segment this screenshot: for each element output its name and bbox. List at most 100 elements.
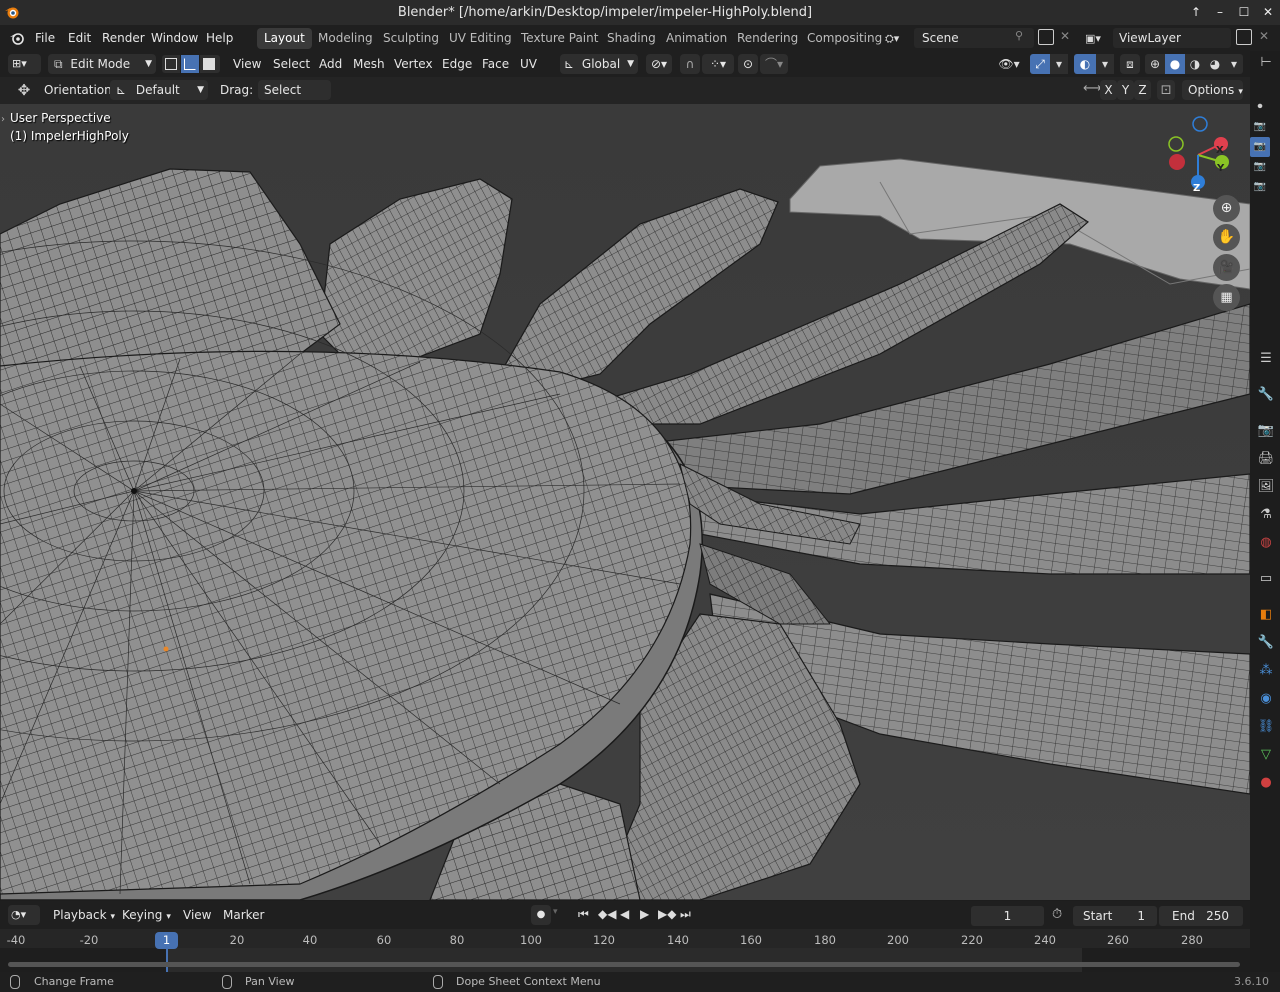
gizmo-toggle-button[interactable]: ⤢ [1030, 54, 1050, 74]
current-frame-field[interactable]: 1 [971, 906, 1044, 926]
menu-view[interactable]: View [233, 54, 261, 74]
auto-keying-dropdown[interactable]: ▾ [553, 907, 558, 917]
overlay-toggle-button[interactable]: ◐ [1074, 54, 1096, 74]
tab-rendering[interactable]: Rendering [730, 28, 805, 49]
editor-type-button[interactable]: ⊞▾ [8, 54, 41, 74]
tab-animation[interactable]: Animation [659, 28, 734, 49]
menu-window[interactable]: Window [151, 25, 198, 51]
overlay-dropdown[interactable]: ▾ [1096, 54, 1114, 74]
auto-keying-button[interactable]: ● [531, 905, 551, 925]
collection-properties-icon[interactable]: ▭ [1256, 569, 1276, 589]
transform-orientation-dropdown[interactable]: ⊾ Global ▼ [560, 54, 638, 74]
snap-target-dropdown[interactable]: ⁘▾ [702, 54, 734, 74]
output-properties-icon[interactable]: 🖨 [1256, 449, 1276, 469]
delete-scene-icon[interactable]: ✕ [1060, 29, 1070, 43]
camera-active-icon[interactable]: 📷 [1250, 137, 1270, 157]
prev-keyframe-icon[interactable]: ◆◀ [598, 907, 616, 921]
camera-icon-3[interactable]: 📷 [1250, 177, 1270, 197]
render-properties-icon[interactable]: 📷 [1256, 421, 1276, 441]
shading-rendered-button[interactable]: ◕ [1205, 54, 1225, 74]
pan-hand-icon[interactable]: ✋ [1213, 224, 1240, 251]
next-keyframe-icon[interactable]: ▶◆ [658, 907, 676, 921]
proportional-edit-button[interactable]: ⊙ [738, 54, 758, 74]
camera-visibility-icon[interactable]: 📷 [1250, 117, 1270, 137]
menu-edge[interactable]: Edge [442, 54, 472, 74]
zoom-icon[interactable]: ⊕ [1213, 195, 1240, 222]
world-properties-icon[interactable]: ◍ [1256, 533, 1276, 553]
edge-select-button[interactable] [181, 55, 199, 73]
auto-merge-button[interactable]: ⚀ [1157, 80, 1175, 100]
menu-marker[interactable]: Marker [223, 905, 264, 925]
proportional-falloff-dropdown[interactable]: ⌒▾ [760, 54, 788, 74]
view-layer-icon[interactable]: ▣▾ [1085, 29, 1111, 48]
menu-add[interactable]: Add [319, 54, 342, 74]
mode-dropdown[interactable]: ⧉ Edit Mode ▼ [48, 54, 156, 74]
outliner-toggle-icon[interactable]: ⊢ [1256, 53, 1276, 73]
camera-view-icon[interactable]: 🎥 [1213, 254, 1240, 281]
new-view-layer-icon[interactable] [1236, 29, 1252, 45]
end-frame-field[interactable]: End 250 [1159, 906, 1243, 926]
pin-icon[interactable]: ⚲ [1015, 29, 1023, 42]
menu-uv[interactable]: UV [520, 54, 537, 74]
camera-icon-2[interactable]: 📷 [1250, 157, 1270, 177]
timeline-body[interactable]: -40 -20 1 20 40 60 80 100 120 140 160 18… [0, 929, 1250, 972]
menu-vertex[interactable]: Vertex [394, 54, 433, 74]
window-close-button[interactable]: ✕ [1259, 4, 1277, 21]
gizmo-dropdown[interactable]: ▾ [1050, 54, 1068, 74]
mirror-x-toggle[interactable]: X [1100, 80, 1117, 100]
playhead-marker[interactable]: 1 [155, 932, 178, 949]
mirror-y-toggle[interactable]: Y [1117, 80, 1134, 100]
vertex-select-button[interactable] [162, 55, 180, 73]
drag-dropdown[interactable]: Select Box▾ [258, 80, 331, 117]
tab-sculpting[interactable]: Sculpting [376, 28, 446, 49]
preview-range-icon[interactable]: ⏱ [1052, 907, 1062, 922]
delete-view-layer-icon[interactable]: ✕ [1259, 29, 1269, 43]
tab-layout[interactable]: Layout [257, 28, 312, 49]
play-icon[interactable]: ▶ [640, 907, 649, 921]
face-select-button[interactable] [200, 55, 220, 73]
window-maximize-button[interactable]: ☐ [1235, 4, 1253, 21]
tab-compositing[interactable]: Compositing [800, 28, 889, 49]
pivot-point-dropdown[interactable]: ⊘▾ [646, 54, 672, 74]
menu-mesh[interactable]: Mesh [353, 54, 385, 74]
view-layer-field[interactable]: ViewLayer [1113, 28, 1231, 48]
tab-texture-paint[interactable]: Texture Paint [514, 28, 605, 49]
menu-playback[interactable]: Playback ▾ [53, 905, 115, 925]
data-properties-icon[interactable]: ▽ [1256, 745, 1276, 765]
scene-collection-icon[interactable]: ⏺ [1250, 97, 1270, 117]
view-layer-properties-icon[interactable]: 🖼 [1256, 477, 1276, 497]
constraint-properties-icon[interactable]: ⛓ [1256, 717, 1276, 737]
play-reverse-icon[interactable]: ◀ [620, 907, 629, 921]
tab-shading[interactable]: Shading [600, 28, 663, 49]
tab-uv-editing[interactable]: UV Editing [442, 28, 519, 49]
window-raise-button[interactable]: ↑ [1187, 4, 1205, 21]
timeline-scrollbar[interactable] [8, 962, 1240, 967]
tool-properties-icon[interactable]: 🔧 [1256, 385, 1276, 405]
jump-start-icon[interactable]: ⏮ [578, 907, 589, 922]
snap-toggle-button[interactable]: ∩ [680, 54, 700, 74]
menu-render[interactable]: Render [102, 25, 145, 51]
menu-timeline-view[interactable]: View [183, 905, 211, 925]
window-minimize-button[interactable]: – [1211, 4, 1229, 21]
physics-properties-icon[interactable]: ◉ [1256, 689, 1276, 709]
visibility-dropdown[interactable]: 👁▾ [993, 54, 1025, 74]
shading-solid-button[interactable]: ● [1165, 54, 1185, 74]
options-dropdown[interactable]: Options ▾ [1182, 80, 1243, 100]
new-scene-icon[interactable] [1038, 29, 1054, 45]
orientation-dropdown[interactable]: ⊾ Default ▼ [110, 80, 208, 100]
scene-properties-icon[interactable]: ⚗ [1256, 505, 1276, 525]
menu-edit[interactable]: Edit [68, 25, 91, 51]
start-frame-field[interactable]: Start 1 [1073, 906, 1157, 926]
particle-properties-icon[interactable]: ⁂ [1256, 661, 1276, 681]
tab-modeling[interactable]: Modeling [311, 28, 380, 49]
mirror-z-toggle[interactable]: Z [1134, 80, 1151, 100]
properties-editor-toggle-icon[interactable]: ☰ [1256, 349, 1276, 369]
menu-file[interactable]: File [35, 25, 55, 51]
scene-type-icon[interactable]: ⛭▾ [885, 29, 913, 48]
viewport-expand-icon[interactable]: › [1, 114, 5, 125]
orthographic-toggle-icon[interactable]: ▦ [1213, 284, 1240, 311]
timeline-editor-type-button[interactable]: ◔▾ [8, 905, 40, 925]
menu-face[interactable]: Face [482, 54, 509, 74]
shading-dropdown[interactable]: ▾ [1225, 54, 1243, 74]
shading-wireframe-button[interactable]: ⊕ [1145, 54, 1165, 74]
